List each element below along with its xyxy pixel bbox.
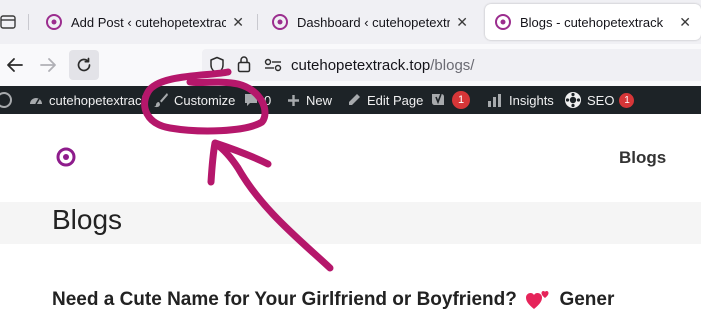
plus-icon bbox=[288, 94, 299, 106]
wordpress-logo-icon bbox=[0, 92, 12, 108]
tab-title: Dashboard ‹ cutehopetextrack - bbox=[297, 14, 451, 30]
nav-link-blogs[interactable]: Blogs bbox=[619, 148, 666, 168]
yoast-icon bbox=[432, 93, 444, 105]
yoast-menu[interactable]: 1 bbox=[430, 86, 470, 114]
site-header: Blogs bbox=[0, 114, 701, 202]
tab-list-icon[interactable] bbox=[0, 13, 16, 31]
seo-label: SEO bbox=[587, 92, 615, 108]
site-name-menu[interactable]: cutehopetextrack bbox=[28, 86, 148, 114]
post-title-text: Need a Cute Name for Your Girlfriend or … bbox=[52, 289, 517, 311]
edit-page-link[interactable]: Edit Page bbox=[346, 86, 423, 114]
two-hearts-icon bbox=[526, 291, 549, 309]
wordpress-tab-icon bbox=[272, 14, 288, 30]
tab-dashboard[interactable]: Dashboard ‹ cutehopetextrack - ✕ bbox=[262, 4, 478, 40]
new-content-menu[interactable]: New bbox=[287, 86, 332, 114]
address-bar[interactable]: cutehopetextrack.top/blogs/ bbox=[202, 49, 701, 81]
seo-menu[interactable]: SEO 1 bbox=[564, 86, 635, 114]
close-tab-icon[interactable]: ✕ bbox=[232, 14, 244, 31]
wp-admin-bar: cutehopetextrack Customize 0 New Edit Pa… bbox=[0, 86, 701, 114]
tab-add-post[interactable]: Add Post ‹ cutehopetextrack — ✕ bbox=[36, 4, 254, 40]
new-label: New bbox=[306, 92, 333, 108]
paintbrush-icon bbox=[154, 93, 168, 108]
tab-separator bbox=[257, 14, 258, 30]
wordpress-tab-icon bbox=[46, 14, 62, 30]
post-title-continuation: Gener bbox=[559, 289, 615, 311]
comment-bubble-icon bbox=[245, 94, 257, 106]
url-path: /blogs/ bbox=[430, 57, 475, 74]
reload-button[interactable] bbox=[69, 50, 99, 80]
post-title-link[interactable]: Need a Cute Name for Your Girlfriend or … bbox=[52, 289, 614, 311]
comments-link[interactable]: 0 bbox=[243, 86, 271, 114]
url-text[interactable]: cutehopetextrack.top/blogs/ bbox=[291, 57, 474, 74]
insights-label: Insights bbox=[509, 92, 554, 108]
back-arrow-icon bbox=[7, 58, 23, 72]
tab-title: Add Post ‹ cutehopetextrack — bbox=[71, 14, 227, 30]
site-name-label: cutehopetextrack bbox=[49, 92, 149, 108]
url-domain: cutehopetextrack.top bbox=[291, 57, 431, 74]
tab-separator bbox=[28, 14, 29, 30]
back-button[interactable] bbox=[0, 50, 30, 80]
tab-blogs[interactable]: Blogs - cutehopetextrack ✕ bbox=[485, 4, 701, 40]
wp-logo-menu[interactable] bbox=[0, 86, 14, 114]
close-tab-icon[interactable]: ✕ bbox=[679, 14, 691, 31]
lock-icon[interactable] bbox=[237, 55, 251, 73]
pencil-icon bbox=[349, 93, 360, 105]
dashboard-gauge-icon bbox=[30, 98, 42, 105]
page-title: Blogs bbox=[52, 204, 123, 235]
permissions-icon[interactable] bbox=[264, 58, 282, 72]
seo-gear-icon bbox=[565, 92, 581, 108]
bar-chart-icon bbox=[488, 94, 501, 107]
tab-title: Blogs - cutehopetextrack bbox=[520, 14, 664, 30]
customize-label: Customize bbox=[174, 92, 236, 108]
comments-count: 0 bbox=[264, 92, 272, 108]
seo-notification-badge: 1 bbox=[619, 92, 635, 108]
forward-arrow-icon bbox=[40, 58, 56, 72]
reload-icon bbox=[77, 57, 91, 72]
yoast-notification-badge: 1 bbox=[452, 91, 470, 109]
tab-strip: Add Post ‹ cutehopetextrack — ✕ Dashboar… bbox=[0, 0, 701, 44]
wordpress-tab-icon bbox=[495, 14, 511, 30]
close-tab-icon[interactable]: ✕ bbox=[456, 14, 468, 31]
edit-page-label: Edit Page bbox=[367, 92, 424, 108]
customize-link[interactable]: Customize bbox=[153, 86, 235, 114]
insights-menu[interactable]: Insights bbox=[487, 86, 554, 114]
navigation-toolbar: cutehopetextrack.top/blogs/ bbox=[0, 44, 701, 87]
shield-icon[interactable] bbox=[209, 56, 225, 74]
forward-button[interactable] bbox=[33, 50, 63, 80]
site-logo-icon[interactable] bbox=[56, 147, 76, 167]
